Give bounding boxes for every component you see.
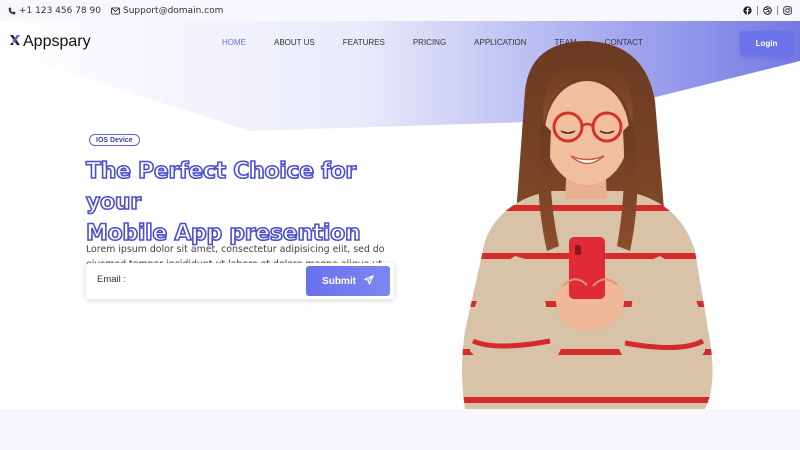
ios-device-badge: IOS Device: [89, 134, 140, 146]
email-signup-form: Email : Submit: [86, 263, 394, 299]
brand-name: Appspary: [23, 33, 91, 50]
woman-with-phone-image: [462, 41, 713, 409]
submit-button[interactable]: Submit: [306, 266, 390, 296]
submit-label: Submit: [322, 275, 356, 287]
nav-pricing[interactable]: PRICING: [413, 38, 446, 47]
hero-headline: The Perfect Choice for your Mobile App p…: [85, 156, 416, 249]
logo-mark-icon: [9, 33, 21, 51]
hero-section: Appspary HOME ABOUT US FEATURES PRICING …: [0, 21, 800, 409]
phone-contact[interactable]: +1 123 456 78 90: [8, 6, 101, 16]
email-label: Email :: [97, 274, 127, 285]
nav-home[interactable]: HOME: [222, 38, 246, 47]
login-button[interactable]: Login: [740, 31, 793, 55]
brand-logo[interactable]: Appspary: [9, 33, 91, 51]
separator: |: [775, 5, 779, 16]
headline-line-1: The Perfect Choice for your: [85, 158, 357, 216]
email-contact[interactable]: Support@domain.com: [111, 6, 223, 16]
nav-about-us[interactable]: ABOUT US: [274, 38, 315, 47]
send-icon: [364, 274, 374, 288]
separator: |: [755, 5, 759, 16]
support-email: Support@domain.com: [122, 5, 224, 16]
phone-icon: [8, 7, 16, 15]
mail-icon: [111, 6, 120, 15]
dribbble-icon[interactable]: [763, 6, 772, 15]
nav-features[interactable]: FEATURES: [343, 38, 385, 47]
instagram-icon[interactable]: [783, 6, 792, 15]
facebook-icon[interactable]: [743, 6, 752, 15]
email-input[interactable]: [131, 269, 301, 293]
contact-info: +1 123 456 78 90 Support@domain.com: [8, 6, 223, 16]
social-links: | |: [743, 6, 792, 16]
phone-number: +1 123 456 78 90: [19, 5, 101, 16]
top-bar: +1 123 456 78 90 Support@domain.com | |: [0, 0, 800, 21]
section-divider: [0, 409, 800, 450]
